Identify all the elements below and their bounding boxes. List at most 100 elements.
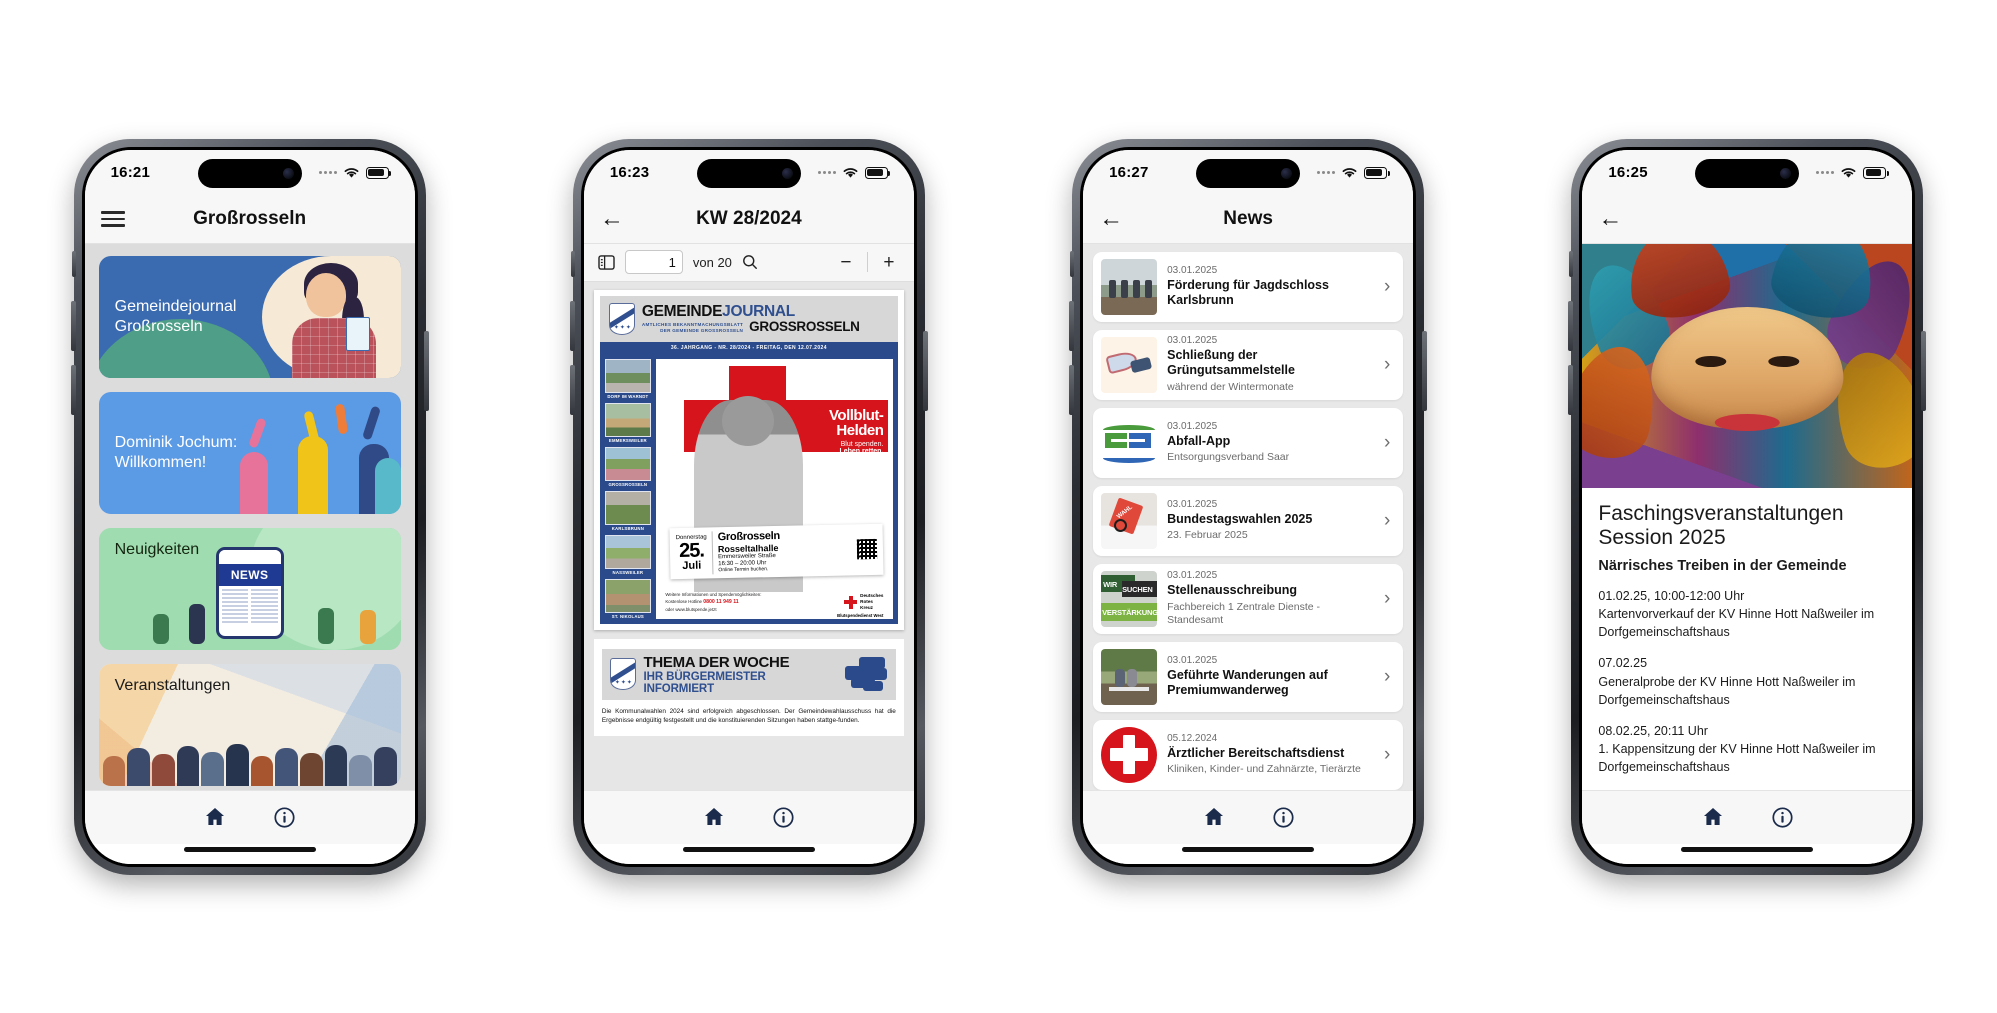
- news-title: Ärztlicher Bereitschaftsdienst: [1167, 745, 1345, 760]
- signal-icon: [318, 171, 337, 174]
- card-veranstaltungen[interactable]: Veranstaltungen: [98, 663, 401, 786]
- hikers-photo: [1101, 648, 1158, 705]
- info-icon[interactable]: [772, 806, 795, 829]
- card-willkommen[interactable]: Dominik Jochum: Willkommen!: [98, 391, 401, 514]
- home-indicator[interactable]: [1182, 846, 1315, 852]
- event-day: 25.: [678, 539, 705, 563]
- power-button[interactable]: [922, 330, 928, 411]
- volume-down-button[interactable]: [1568, 364, 1574, 415]
- info-icon[interactable]: [1771, 806, 1794, 829]
- list-item[interactable]: 05.12.2024 Ärztlicher Bereitschaftsdiens…: [1093, 719, 1404, 790]
- home-icon[interactable]: [203, 805, 227, 829]
- volume-down-button[interactable]: [1069, 364, 1075, 415]
- status-time: 16:21: [110, 164, 150, 181]
- village-caption: KARLSBRUNN: [611, 525, 645, 531]
- battery-icon: [1364, 166, 1390, 179]
- megaphone-illustration: [1101, 336, 1158, 393]
- journal-cover-body: DORF IM WARNDT EMMERSWEILER GROSSROSSELN…: [599, 353, 898, 624]
- dashboard-content[interactable]: Gemeindejournal Großrosseln Dominik Joch…: [84, 243, 415, 790]
- search-icon[interactable]: [742, 254, 758, 270]
- list-item[interactable]: 03.01.2025 Schließung der Grüngutsammels…: [1093, 329, 1404, 400]
- news-title: Abfall-App: [1167, 433, 1231, 448]
- list-item[interactable]: 03.01.2025 Förderung für Jagdschloss Kar…: [1093, 251, 1404, 322]
- list-item[interactable]: WIR SUCHEN VERSTÄRKUNG 03.01.2025 Stellena…: [1093, 563, 1404, 634]
- chevron-right-icon: ›: [1383, 432, 1391, 453]
- mask-eye-left: [1695, 355, 1727, 367]
- drk-logo: Deutsches Rotes Kreuz: [844, 593, 883, 612]
- page-number-input[interactable]: 1: [624, 250, 683, 274]
- village-caption: DORF IM WARNDT: [607, 393, 649, 399]
- wifi-icon: [1841, 168, 1856, 178]
- nav-bar: Großrosseln: [84, 195, 415, 244]
- volume-up-button[interactable]: [1568, 300, 1574, 351]
- news-list: 03.01.2025 Förderung für Jagdschloss Kar…: [1083, 243, 1414, 790]
- ad-event-ticket: Donnerstag 25. Juli Großrosseln Rosselta…: [669, 524, 884, 580]
- wifi-icon: [843, 168, 858, 178]
- info-icon[interactable]: [273, 806, 296, 829]
- card-label: Neuigkeiten: [99, 528, 200, 560]
- zoom-out-button[interactable]: −: [835, 253, 857, 272]
- status-indicators: [318, 166, 392, 179]
- list-item[interactable]: 03.01.2025 Bundestagswahlen 2025 23. Feb…: [1093, 485, 1404, 556]
- home-indicator[interactable]: [682, 846, 815, 852]
- info-icon[interactable]: [1272, 806, 1295, 829]
- card-label: Veranstaltungen: [99, 664, 231, 696]
- back-arrow-icon[interactable]: ←: [1099, 207, 1123, 231]
- volume-up-button[interactable]: [1069, 300, 1075, 351]
- silent-switch[interactable]: [71, 250, 76, 277]
- status-bar: 16:25: [1582, 149, 1913, 196]
- blood-donation-ad: Vollblut- Helden Blut spenden. Leben ret…: [655, 358, 893, 619]
- home-icon[interactable]: [1202, 805, 1226, 829]
- event-when: 01.02.25, 10:00-12:00 Uhr: [1598, 589, 1745, 604]
- volume-down-button[interactable]: [569, 364, 575, 415]
- list-item[interactable]: 03.01.2025 Abfall-App Entsorgungsverband…: [1093, 407, 1404, 478]
- card-gemeindejournal[interactable]: Gemeindejournal Großrosseln: [98, 255, 401, 378]
- phone-dashboard: 16:21 Großrosseln Gemeindejournal Großro…: [70, 138, 429, 875]
- news-content[interactable]: 03.01.2025 Förderung für Jagdschloss Kar…: [1083, 243, 1414, 790]
- dynamic-island: [1196, 158, 1301, 188]
- volume-up-button[interactable]: [569, 300, 575, 351]
- back-arrow-icon[interactable]: ←: [1598, 207, 1622, 231]
- volume-up-button[interactable]: [70, 300, 76, 351]
- status-bar: 16:23: [583, 149, 914, 196]
- pdf-scroll-area[interactable]: ✦✦✦ GEMEINDEJOURNAL AMTLICHES BEKANNTMAC…: [583, 281, 914, 790]
- news-badge: NEWS: [218, 564, 281, 587]
- news-subtitle: Kliniken, Kinder- und Zahnärzte, Tierärz…: [1167, 763, 1361, 776]
- event-what: Kartenvorverkauf der KV Hinne Hott Naßwe…: [1598, 607, 1875, 640]
- page-title: Großrosseln: [193, 208, 307, 229]
- silent-switch[interactable]: [1070, 250, 1075, 277]
- topic-title: THEMA DER WOCHE: [643, 653, 790, 671]
- card-neuigkeiten[interactable]: NEWS Neuigkeiten: [98, 527, 401, 650]
- status-indicators: [1816, 166, 1889, 179]
- volume-down-button[interactable]: [70, 364, 76, 415]
- detail-content[interactable]: Faschingsveranstaltungen Session 2025 Nä…: [1582, 243, 1913, 790]
- news-subtitle: Entsorgungsverband Saar: [1167, 451, 1290, 464]
- zoom-in-button[interactable]: +: [878, 253, 900, 272]
- battery-icon: [365, 166, 392, 179]
- silent-switch[interactable]: [1569, 250, 1574, 277]
- silent-switch[interactable]: [570, 250, 575, 277]
- home-indicator[interactable]: [183, 846, 316, 852]
- status-bar: 16:21: [84, 149, 415, 196]
- list-item[interactable]: 03.01.2025 Geführte Wanderungen auf Prem…: [1093, 641, 1404, 712]
- sidebar-toggle-icon[interactable]: [598, 254, 615, 270]
- status-bar: 16:27: [1083, 149, 1414, 196]
- front-camera-icon: [282, 167, 294, 179]
- red-cross-icon: [844, 595, 858, 609]
- event-when: 08.02.25, 20:11 Uhr: [1598, 723, 1708, 738]
- power-button[interactable]: [423, 330, 429, 411]
- ballot-photo: [1101, 492, 1158, 549]
- home-icon[interactable]: [702, 805, 726, 829]
- card-label-line2: Willkommen!: [114, 453, 207, 471]
- home-icon[interactable]: [1701, 805, 1725, 829]
- power-button[interactable]: [1921, 330, 1927, 411]
- village-thumbnail: ST. NIKOLAUS: [604, 578, 651, 619]
- news-date: 03.01.2025: [1167, 420, 1218, 432]
- hamburger-menu-icon[interactable]: [100, 211, 125, 227]
- news-subtitle: 23. Februar 2025: [1167, 529, 1248, 542]
- pdf-content[interactable]: ✦✦✦ GEMEINDEJOURNAL AMTLICHES BEKANNTMAC…: [583, 281, 914, 790]
- power-button[interactable]: [1422, 330, 1428, 411]
- back-arrow-icon[interactable]: ←: [600, 207, 624, 231]
- home-indicator[interactable]: [1681, 846, 1814, 852]
- dynamic-island: [1695, 158, 1800, 188]
